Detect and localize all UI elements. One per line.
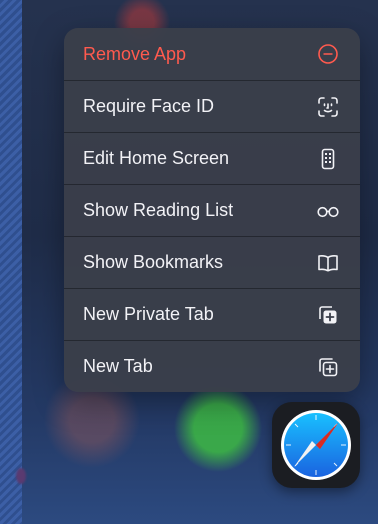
background-edge [0, 0, 22, 524]
book-icon [316, 251, 340, 275]
menu-item-label: Edit Home Screen [83, 148, 230, 168]
menu-item-label: Require Face ID [83, 96, 215, 116]
require-face-id-item[interactable]: Require Face ID [64, 80, 360, 132]
phone-grid-icon [316, 147, 340, 171]
safari-icon [281, 410, 351, 480]
new-private-tab-item[interactable]: New Private Tab [64, 288, 360, 340]
glasses-icon [316, 199, 340, 223]
edit-home-screen-item[interactable]: Edit Home Screen [64, 132, 360, 184]
show-reading-list-item[interactable]: Show Reading List [64, 184, 360, 236]
menu-item-label: Show Reading List [83, 200, 234, 220]
minus-circle-icon [316, 42, 340, 66]
show-bookmarks-item[interactable]: Show Bookmarks [64, 236, 360, 288]
menu-item-label: Remove App [83, 43, 187, 64]
new-tab-icon [316, 355, 340, 379]
private-tab-icon [316, 303, 340, 327]
remove-app-item[interactable]: Remove App [64, 28, 360, 80]
menu-item-label: Show Bookmarks [83, 252, 224, 272]
menu-item-label: New Private Tab [83, 304, 214, 324]
menu-item-label: New Tab [83, 356, 153, 376]
safari-app-icon[interactable] [272, 402, 360, 488]
blurred-app-dot [16, 468, 26, 484]
face-id-icon [316, 95, 340, 119]
new-tab-item[interactable]: New Tab [64, 340, 360, 392]
context-menu: Remove App Require Face ID Edit Home Scr… [64, 28, 360, 392]
